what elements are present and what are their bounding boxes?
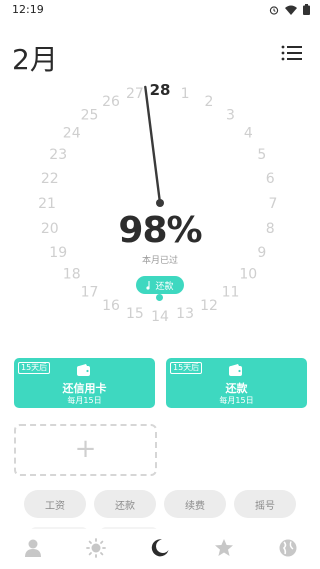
dial-day-10: 10 <box>239 267 257 283</box>
quick-category-chips: 工资 还款 续费 摇号 <box>0 490 320 520</box>
card-badge: 15天后 <box>170 362 203 374</box>
plus-icon: + <box>74 434 97 464</box>
dial-day-17: 17 <box>81 284 99 300</box>
add-reminder-button[interactable]: + <box>14 424 157 476</box>
alarm-icon <box>269 5 279 15</box>
chip-salary[interactable]: 工资 <box>24 490 86 518</box>
list-menu-icon[interactable] <box>281 45 303 61</box>
month-progress-caption: 本月已过 <box>141 256 178 266</box>
dial-day-4: 4 <box>244 126 253 142</box>
wifi-icon <box>285 5 297 15</box>
moon-icon[interactable] <box>150 538 170 558</box>
battery-icon <box>303 4 310 15</box>
person-icon[interactable] <box>23 538 43 558</box>
dial-day-12: 12 <box>200 298 218 314</box>
dial-day-22: 22 <box>41 171 59 187</box>
dial-day-16: 16 <box>102 298 120 314</box>
bottom-navigation <box>0 529 320 569</box>
dial-day-27: 27 <box>126 86 144 102</box>
dial-day-14: 14 <box>151 309 169 325</box>
repay-button-label: 还款 <box>155 281 174 292</box>
status-time: 12:19 <box>12 3 44 16</box>
card-subtitle: 每月15日 <box>67 396 102 405</box>
card-title: 还信用卡 <box>62 382 107 395</box>
dial-day-2: 2 <box>205 94 214 110</box>
dial-day-18: 18 <box>63 267 81 283</box>
dial-day-5: 5 <box>257 147 266 163</box>
chip-lottery[interactable]: 摇号 <box>234 490 296 518</box>
chip-renewal[interactable]: 续费 <box>164 490 226 518</box>
status-icons <box>269 4 310 15</box>
card-credit-card-repayment[interactable]: 15天后 还信用卡 每月15日 <box>14 358 155 408</box>
dial-day-26: 26 <box>102 94 120 110</box>
card-subtitle: 每月15日 <box>219 396 254 405</box>
dial-day-23: 23 <box>49 147 67 163</box>
status-bar: 12:19 <box>0 0 320 20</box>
music-note-icon <box>146 280 151 290</box>
dial-needle-pivot <box>156 199 164 207</box>
dial-day-25: 25 <box>81 108 99 124</box>
repay-button[interactable]: 还款 <box>136 276 184 294</box>
globe-icon[interactable] <box>278 538 298 558</box>
sun-icon[interactable] <box>86 538 106 558</box>
chip-repayment[interactable]: 还款 <box>94 490 156 518</box>
card-badge: 15天后 <box>18 362 51 374</box>
dial-day-13: 13 <box>176 306 194 322</box>
card-title: 还款 <box>225 382 248 395</box>
dial-day-3: 3 <box>226 108 235 124</box>
dial-day-6: 6 <box>266 171 275 187</box>
month-progress-percent: 98% <box>118 210 202 251</box>
wallet-icon <box>77 364 90 376</box>
dial-day-24: 24 <box>63 126 81 142</box>
wallet-icon <box>229 364 242 376</box>
star-icon[interactable] <box>214 538 234 558</box>
month-title: 2月 <box>12 43 58 76</box>
dial-day-15: 15 <box>126 306 144 322</box>
dial-day-11: 11 <box>222 284 240 300</box>
repay-indicator-dot <box>156 294 163 301</box>
dial-day-28: 28 <box>150 81 171 99</box>
dial-day-1: 1 <box>181 86 190 102</box>
card-repayment[interactable]: 15天后 还款 每月15日 <box>166 358 307 408</box>
dial-needle <box>144 85 162 205</box>
